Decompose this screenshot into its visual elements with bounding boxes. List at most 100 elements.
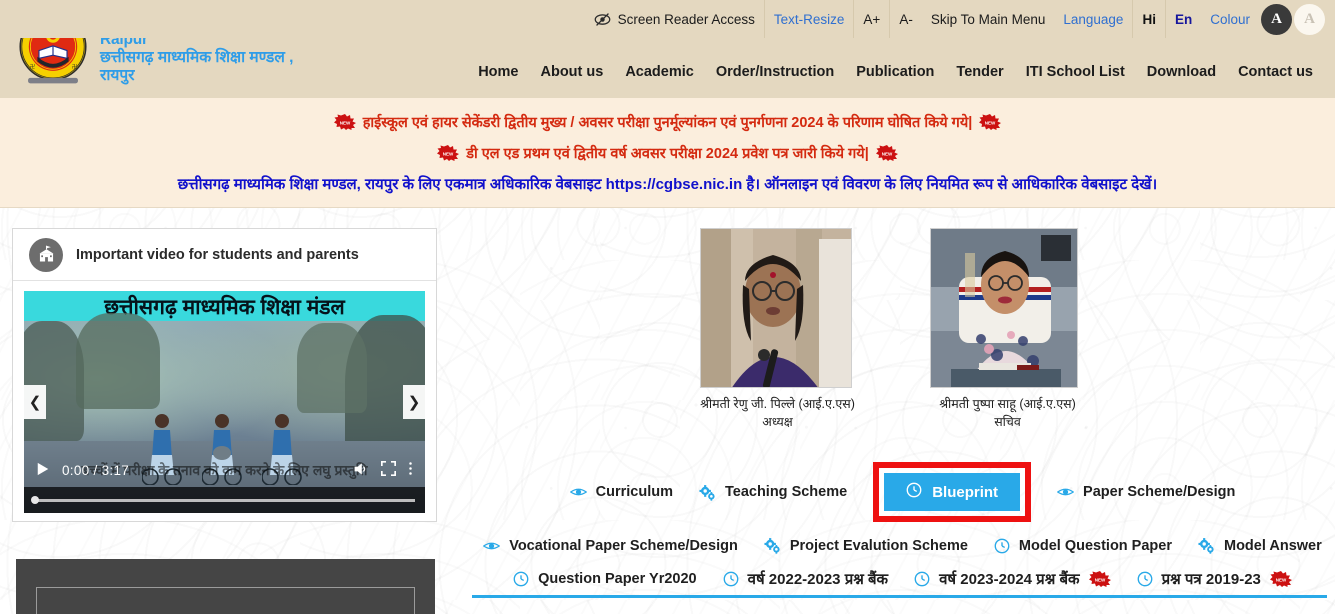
skip-to-main-menu-label: Skip To Main Menu bbox=[930, 11, 1046, 27]
quick-link-question-paper-2019-23[interactable]: प्रश्न पत्र 2019-23 NEW bbox=[1137, 569, 1292, 589]
svg-text:卍: 卍 bbox=[30, 64, 35, 71]
brand-title-hi-line2: रायपुर bbox=[100, 67, 135, 85]
colour-label: Colour bbox=[1210, 11, 1250, 27]
eye-icon bbox=[483, 540, 501, 552]
quick-link-label: Paper Scheme/Design bbox=[1083, 484, 1236, 500]
official-name: श्रीमती पुष्पा साहू (आई.ए.एस) bbox=[939, 397, 1076, 411]
notice-item[interactable]: NEW हाईस्कूल एवं हायर सेकेंडरी द्वितीय म… bbox=[333, 112, 1002, 132]
carousel-next-label: ❯ bbox=[407, 394, 421, 411]
video-progress[interactable] bbox=[24, 487, 425, 513]
language-english-button[interactable]: En bbox=[1164, 0, 1201, 38]
eye-icon bbox=[1057, 486, 1075, 498]
text-decrease-button[interactable]: A- bbox=[889, 0, 922, 38]
nav-item-iti-school-list[interactable]: ITI School List bbox=[1026, 64, 1125, 80]
blueprint-highlight-box: Blueprint bbox=[873, 462, 1032, 522]
skip-to-main-menu-link[interactable]: Skip To Main Menu bbox=[922, 0, 1055, 38]
quick-links-row-2: Vocational Paper Scheme/Design Project E… bbox=[470, 537, 1335, 554]
official-card: श्रीमती पुष्पा साहू (आई.ए.एस) सचिव bbox=[930, 228, 1085, 431]
video-player[interactable]: छत्तीसगढ़ माध्यमिक शिक्षा मंडल ❮ ❯ बच्चो… bbox=[24, 291, 425, 513]
quick-link-vocational-paper-scheme-design[interactable]: Vocational Paper Scheme/Design bbox=[483, 538, 738, 554]
officials-section: श्रीमती रेणु जी. पिल्ले (आई.ए.एस) अध्यक्… bbox=[700, 228, 1100, 431]
quick-link-label: Project Evalution Scheme bbox=[789, 537, 968, 554]
clock-icon bbox=[723, 571, 739, 587]
language-hindi-button[interactable]: Hi bbox=[1132, 0, 1165, 38]
contrast-dark-button[interactable]: A bbox=[1261, 3, 1292, 35]
nav-item-publication[interactable]: Publication bbox=[856, 64, 934, 80]
quick-link-question-bank-2023-2024[interactable]: वर्ष 2023-2024 प्रश्न बैंक NEW bbox=[914, 569, 1111, 589]
carousel-next-button[interactable]: ❯ bbox=[403, 385, 425, 419]
notice-item[interactable]: NEW डी एल एड प्रथम एवं द्वितीय वर्ष अवसर… bbox=[437, 143, 898, 163]
video-progress-knob[interactable] bbox=[31, 496, 39, 504]
quick-link-question-paper-yr2020[interactable]: Question Paper Yr2020 bbox=[513, 571, 697, 587]
svg-text:NEW: NEW bbox=[882, 151, 893, 156]
contrast-light-button[interactable]: A bbox=[1294, 3, 1325, 35]
contrast-dark-label: A bbox=[1271, 10, 1282, 27]
text-increase-button[interactable]: A+ bbox=[853, 0, 889, 38]
official-website-notice: छत्तीसगढ़ माध्यमिक शिक्षा मण्डल, रायपुर … bbox=[178, 174, 1157, 194]
new-badge-icon: NEW bbox=[437, 144, 460, 161]
language-hindi-label: Hi bbox=[1142, 11, 1156, 27]
new-badge-icon: NEW bbox=[333, 113, 356, 130]
new-badge-icon: NEW bbox=[979, 113, 1002, 130]
brand-title-hi-line1: छत्तीसगढ़ माध्यमिक शिक्षा मण्डल , bbox=[100, 49, 294, 66]
quick-links-row-1: Curriculum Teaching Scheme Blueprint Pap… bbox=[470, 462, 1335, 522]
new-badge-icon: NEW bbox=[1269, 571, 1292, 587]
carousel-prev-button[interactable]: ❮ bbox=[24, 385, 46, 419]
quick-link-teaching-scheme[interactable]: Teaching Scheme bbox=[699, 484, 847, 501]
important-video-card: Important video for students and parents… bbox=[12, 228, 437, 522]
video-progress-bar[interactable] bbox=[31, 496, 415, 504]
nav-item-about-us[interactable]: About us bbox=[540, 64, 603, 80]
quick-link-model-question-paper[interactable]: Model Question Paper bbox=[994, 538, 1172, 554]
quick-link-question-bank-2022-2023[interactable]: वर्ष 2022-2023 प्रश्न बैंक bbox=[723, 569, 888, 589]
new-badge-icon: NEW bbox=[1088, 571, 1111, 587]
accessibility-topbar: Screen Reader Access Text-Resize A+ A- S… bbox=[0, 0, 1335, 38]
lower-panel-frame bbox=[36, 587, 415, 614]
quick-link-label: Curriculum bbox=[595, 484, 673, 500]
screen-reader-icon bbox=[594, 11, 611, 28]
contrast-light-label: A bbox=[1304, 10, 1315, 27]
volume-icon[interactable] bbox=[353, 461, 369, 480]
quick-link-model-answer[interactable]: Model Answer bbox=[1198, 537, 1322, 554]
official-designation: अध्यक्ष bbox=[762, 415, 793, 430]
more-options-icon[interactable] bbox=[408, 461, 413, 479]
quick-link-curriculum[interactable]: Curriculum bbox=[569, 484, 673, 500]
quick-link-label: प्रश्न पत्र 2019-23 bbox=[1161, 571, 1261, 588]
nav-item-order-instruction[interactable]: Order/Instruction bbox=[716, 64, 834, 80]
video-card-title: Important video for students and parents bbox=[76, 246, 359, 263]
quick-links-row-3: Question Paper Yr2020 वर्ष 2022-2023 प्र… bbox=[470, 569, 1335, 589]
eye-icon bbox=[569, 486, 587, 498]
video-card-header: Important video for students and parents bbox=[13, 229, 436, 281]
nav-item-home[interactable]: Home bbox=[478, 64, 518, 80]
quick-link-paper-scheme-design[interactable]: Paper Scheme/Design bbox=[1057, 484, 1235, 500]
svg-text:NEW: NEW bbox=[985, 120, 996, 125]
clock-icon bbox=[513, 571, 529, 587]
clock-icon bbox=[1137, 571, 1153, 587]
svg-text:NEW: NEW bbox=[443, 151, 454, 156]
quick-link-label: वर्ष 2023-2024 प्रश्न बैंक bbox=[939, 571, 1080, 588]
colour-label-cell: Colour bbox=[1201, 0, 1259, 38]
clock-icon bbox=[914, 571, 930, 587]
gears-icon bbox=[764, 537, 781, 554]
screen-reader-access-label: Screen Reader Access bbox=[617, 11, 755, 27]
new-badge-icon: NEW bbox=[875, 144, 898, 161]
language-english-label: En bbox=[1174, 11, 1193, 27]
language-label: Language bbox=[1063, 11, 1124, 27]
notice-text: डी एल एड प्रथम एवं द्वितीय वर्ष अवसर परी… bbox=[466, 145, 869, 162]
main-navigation: Home About us Academic Order/Instruction… bbox=[478, 50, 1335, 94]
svg-text:NEW: NEW bbox=[339, 120, 350, 125]
video-controls: 0:00 / 3:17 bbox=[24, 453, 425, 487]
nav-item-contact-us[interactable]: Contact us bbox=[1238, 64, 1313, 80]
play-button[interactable] bbox=[36, 462, 50, 479]
official-card: श्रीमती रेणु जी. पिल्ले (आई.ए.एस) अध्यक्… bbox=[700, 228, 855, 431]
text-decrease-label: A- bbox=[899, 11, 913, 27]
clock-icon bbox=[906, 482, 922, 502]
quick-link-label: Model Answer bbox=[1224, 537, 1322, 554]
screen-reader-access-button[interactable]: Screen Reader Access bbox=[585, 0, 764, 38]
quick-link-project-evalution-scheme[interactable]: Project Evalution Scheme bbox=[764, 537, 968, 554]
nav-item-academic[interactable]: Academic bbox=[625, 64, 694, 80]
nav-item-tender[interactable]: Tender bbox=[956, 64, 1003, 80]
fullscreen-icon[interactable] bbox=[381, 461, 396, 479]
quick-link-label: वर्ष 2022-2023 प्रश्न बैंक bbox=[747, 571, 889, 588]
blueprint-button[interactable]: Blueprint bbox=[884, 473, 1021, 511]
nav-item-download[interactable]: Download bbox=[1147, 64, 1216, 80]
